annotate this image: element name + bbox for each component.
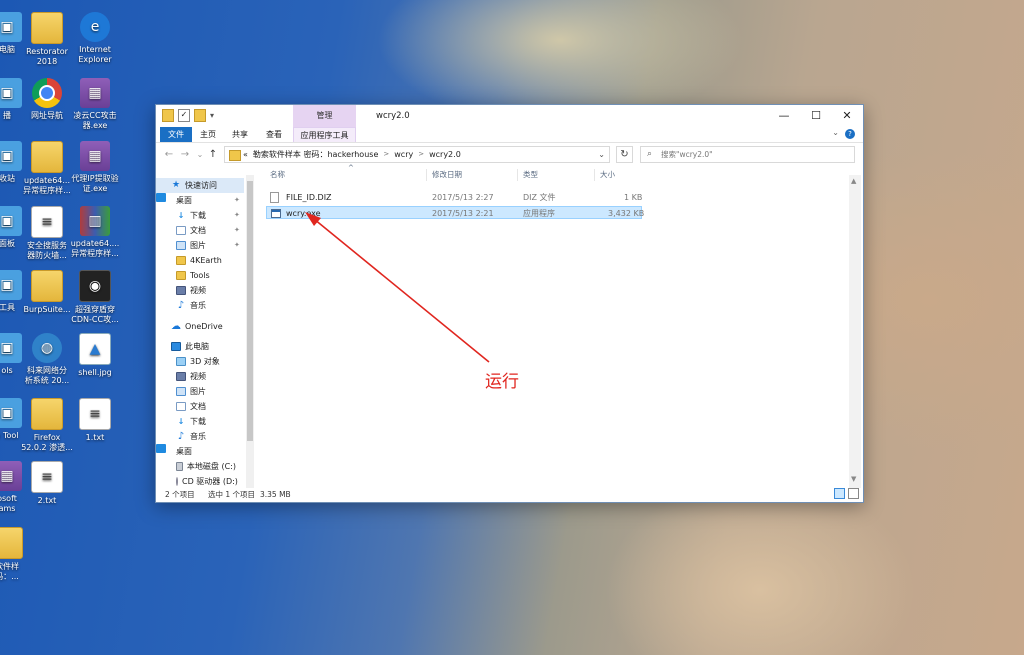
annotation-arrow (305, 212, 490, 363)
annotation-label: 运行 (485, 372, 519, 392)
